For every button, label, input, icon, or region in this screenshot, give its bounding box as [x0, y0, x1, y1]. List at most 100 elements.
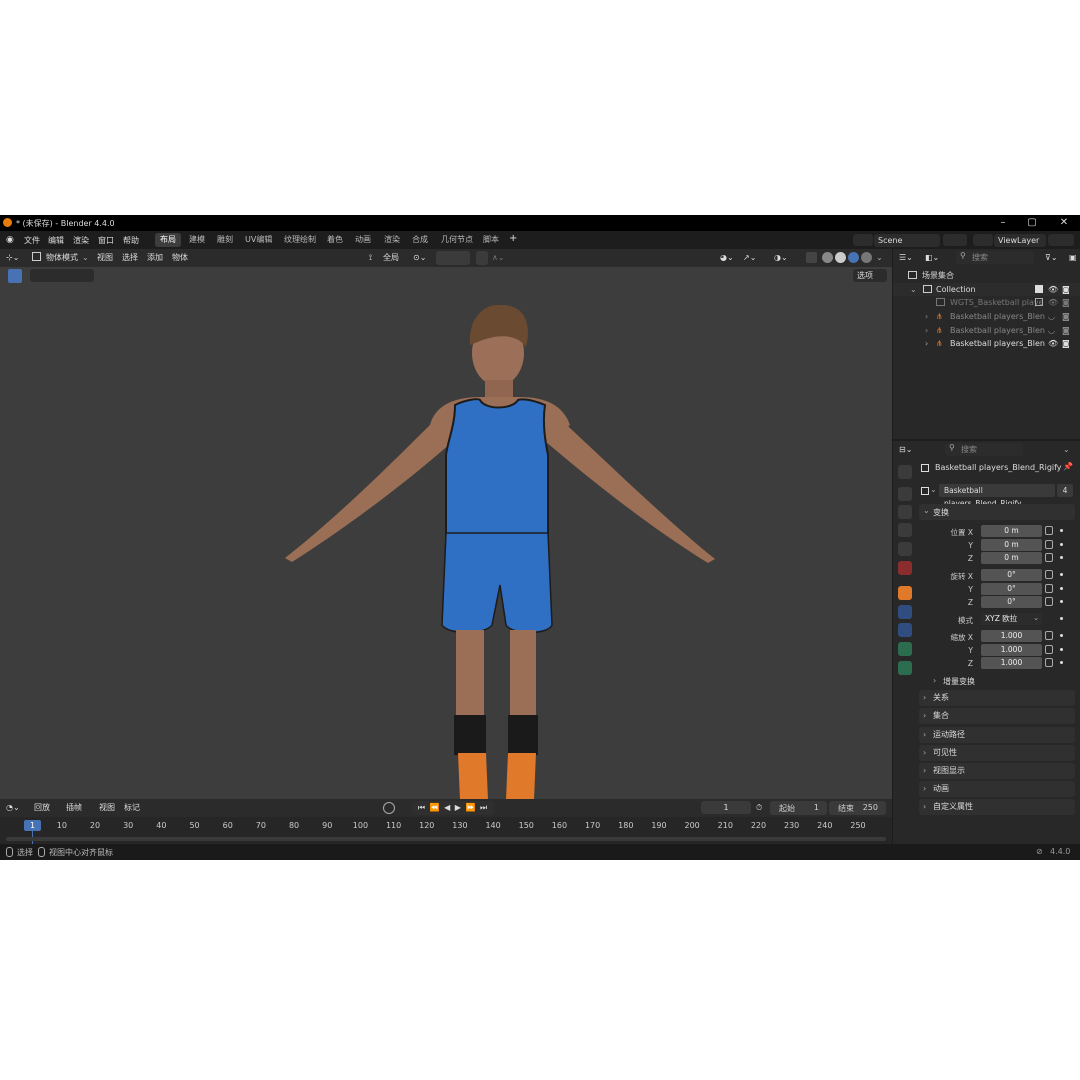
rotation-y-field[interactable]: 0° — [981, 583, 1042, 595]
eye-icon[interactable]: 👁 — [1048, 296, 1058, 309]
playback-controls[interactable]: ⏮ ⏪ ◀ ▶ ⏩ ⏭ — [412, 801, 494, 815]
lock-icon[interactable] — [1045, 540, 1053, 549]
eye-closed-icon[interactable]: ◡ — [1048, 310, 1055, 323]
tab-modeling[interactable]: 建模 — [184, 233, 210, 247]
location-x-field[interactable]: 0 m — [981, 525, 1042, 537]
rotation-x-field[interactable]: 0° — [981, 569, 1042, 581]
add-workspace-icon[interactable]: + — [509, 233, 517, 244]
outliner-collection-row[interactable]: ⌄ Collection 👁 ◙ — [893, 283, 1080, 296]
lock-icon[interactable] — [1045, 584, 1053, 593]
current-frame-field[interactable]: 1 — [701, 801, 751, 814]
3d-viewport[interactable]: 选项 — [0, 267, 892, 800]
proportional-editing-icon[interactable] — [476, 251, 488, 265]
exclude-checkbox[interactable] — [1035, 285, 1043, 293]
visibility-icon[interactable]: ◕⌄ — [720, 251, 734, 265]
lock-icon[interactable] — [1045, 526, 1053, 535]
menu-window[interactable]: 窗口 — [98, 235, 114, 246]
exclude-checkbox[interactable] — [1035, 298, 1043, 306]
menu-help[interactable]: 帮助 — [123, 235, 139, 246]
gizmo-icon[interactable]: ↗⌄ — [743, 251, 756, 265]
pin-icon[interactable]: 📌 — [1063, 462, 1073, 471]
eye-icon[interactable]: 👁 — [1048, 283, 1058, 296]
lock-icon[interactable] — [1045, 597, 1053, 606]
maximize-icon[interactable]: ▢ — [1016, 215, 1048, 231]
collections-panel-header[interactable]: › 集合 — [919, 708, 1075, 724]
shading-options-icon[interactable]: ⌄ — [876, 251, 883, 265]
minimize-icon[interactable]: – — [987, 215, 1019, 231]
menu-view[interactable]: 视图 — [97, 251, 113, 265]
keyframe-dot-icon[interactable] — [1060, 661, 1063, 664]
view-layer-copy-icon[interactable] — [1048, 234, 1074, 246]
keyframe-dot-icon[interactable] — [1060, 600, 1063, 603]
camera-icon[interactable]: ◙ — [1062, 324, 1070, 337]
tab-texture-paint[interactable]: 纹理绘制 — [279, 233, 321, 247]
menu-file[interactable]: 文件 — [24, 235, 40, 246]
delta-transform-subpanel[interactable]: › 增量变换 — [933, 673, 1073, 689]
timeline-editor-type-icon[interactable]: ◔⌄ — [6, 801, 20, 815]
tool-tab-icon[interactable] — [898, 465, 912, 479]
chevron-right-icon[interactable]: › — [925, 324, 928, 337]
object-name[interactable]: Basketball players_Blend_Rigify — [935, 463, 1062, 472]
keyframe-dot-icon[interactable] — [1060, 648, 1063, 651]
wireframe-shading-icon[interactable] — [822, 252, 833, 263]
menu-timeline-view[interactable]: 视图 — [99, 801, 115, 815]
keyframe-dot-icon[interactable] — [1060, 543, 1063, 546]
tab-scripting[interactable]: 脚本 — [478, 233, 504, 247]
keyframe-dot-icon[interactable] — [1060, 617, 1063, 620]
render-tab-icon[interactable] — [898, 487, 912, 501]
camera-icon[interactable]: ◙ — [1062, 310, 1070, 323]
outliner-search-input[interactable]: 搜索 — [956, 251, 1034, 264]
selection-mode-icons[interactable] — [30, 269, 94, 282]
animation-panel-header[interactable]: › 动画 — [919, 781, 1075, 797]
rotation-z-field[interactable]: 0° — [981, 596, 1042, 608]
tab-layout[interactable]: 布局 — [155, 233, 181, 247]
menu-playback[interactable]: 回放 — [34, 801, 50, 815]
menu-edit[interactable]: 编辑 — [48, 235, 64, 246]
keyframe-dot-icon[interactable] — [1060, 573, 1063, 576]
scale-x-field[interactable]: 1.000 — [981, 630, 1042, 642]
timeline-scrollbar[interactable] — [6, 837, 886, 841]
properties-editor-type-icon[interactable]: ⊟⌄ — [899, 443, 912, 457]
menu-keying[interactable]: 插帧 — [66, 801, 82, 815]
tab-uv-editing[interactable]: UV编辑 — [240, 233, 277, 247]
menu-object[interactable]: 物体 — [172, 251, 188, 265]
camera-icon[interactable]: ◙ — [1062, 296, 1070, 309]
users-count[interactable]: 4 — [1057, 484, 1073, 497]
location-z-field[interactable]: 0 m — [981, 552, 1042, 564]
eye-closed-icon[interactable]: ◡ — [1048, 324, 1055, 337]
camera-icon[interactable]: ◙ — [1062, 337, 1070, 350]
outliner-item-armature-2[interactable]: › ⋔ Basketball players_Blen ◡ ◙ — [893, 324, 1080, 337]
material-shading-icon[interactable] — [848, 252, 859, 263]
tab-compositing[interactable]: 合成 — [407, 233, 433, 247]
new-collection-icon[interactable]: ▣ — [1069, 251, 1077, 265]
outliner-scene-collection[interactable]: 场景集合 — [893, 269, 1080, 282]
keyframe-dot-icon[interactable] — [1060, 556, 1063, 559]
xray-icon[interactable] — [806, 252, 817, 263]
lock-icon[interactable] — [1045, 570, 1053, 579]
relations-panel-header[interactable]: › 关系 — [919, 690, 1075, 706]
lock-icon[interactable] — [1045, 645, 1053, 654]
data-name-field[interactable]: Basketball players_Blend_Rigify — [939, 484, 1055, 508]
timeline[interactable]: 1 10 20 30 40 50 60 70 80 90 100 110 120 130 140 150 16… — [0, 817, 892, 844]
scene-copy-icon[interactable] — [943, 234, 967, 246]
lock-icon[interactable] — [1045, 631, 1053, 640]
transform-orientation-dropdown[interactable]: 全局 — [383, 251, 399, 265]
outliner-editor-type-icon[interactable]: ☰⌄ — [899, 251, 913, 265]
tab-sculpting[interactable]: 雕刻 — [212, 233, 238, 247]
overlay-icon[interactable]: ◑⌄ — [774, 251, 788, 265]
camera-icon[interactable]: ◙ — [1062, 283, 1070, 296]
visibility-panel-header[interactable]: › 可见性 — [919, 745, 1075, 761]
auto-keying-icon[interactable] — [383, 802, 395, 814]
close-icon[interactable]: ✕ — [1048, 215, 1080, 231]
chevron-down-icon[interactable]: ⌄ — [1063, 443, 1070, 457]
tab-animation[interactable]: 动画 — [350, 233, 376, 247]
scale-y-field[interactable]: 1.000 — [981, 644, 1042, 656]
outliner-item-armature-3[interactable]: › ⋔ Basketball players_Blen 👁 ◙ — [893, 337, 1080, 350]
scene-selector-icon[interactable] — [853, 234, 873, 246]
tab-rendering[interactable]: 渲染 — [379, 233, 405, 247]
datablock-icon[interactable] — [921, 487, 929, 495]
eye-icon[interactable]: 👁 — [1048, 337, 1058, 350]
tab-geometry-nodes[interactable]: 几何节点 — [436, 233, 478, 247]
chevron-right-icon[interactable]: › — [925, 310, 928, 323]
motion-paths-panel-header[interactable]: › 运动路径 — [919, 727, 1075, 743]
